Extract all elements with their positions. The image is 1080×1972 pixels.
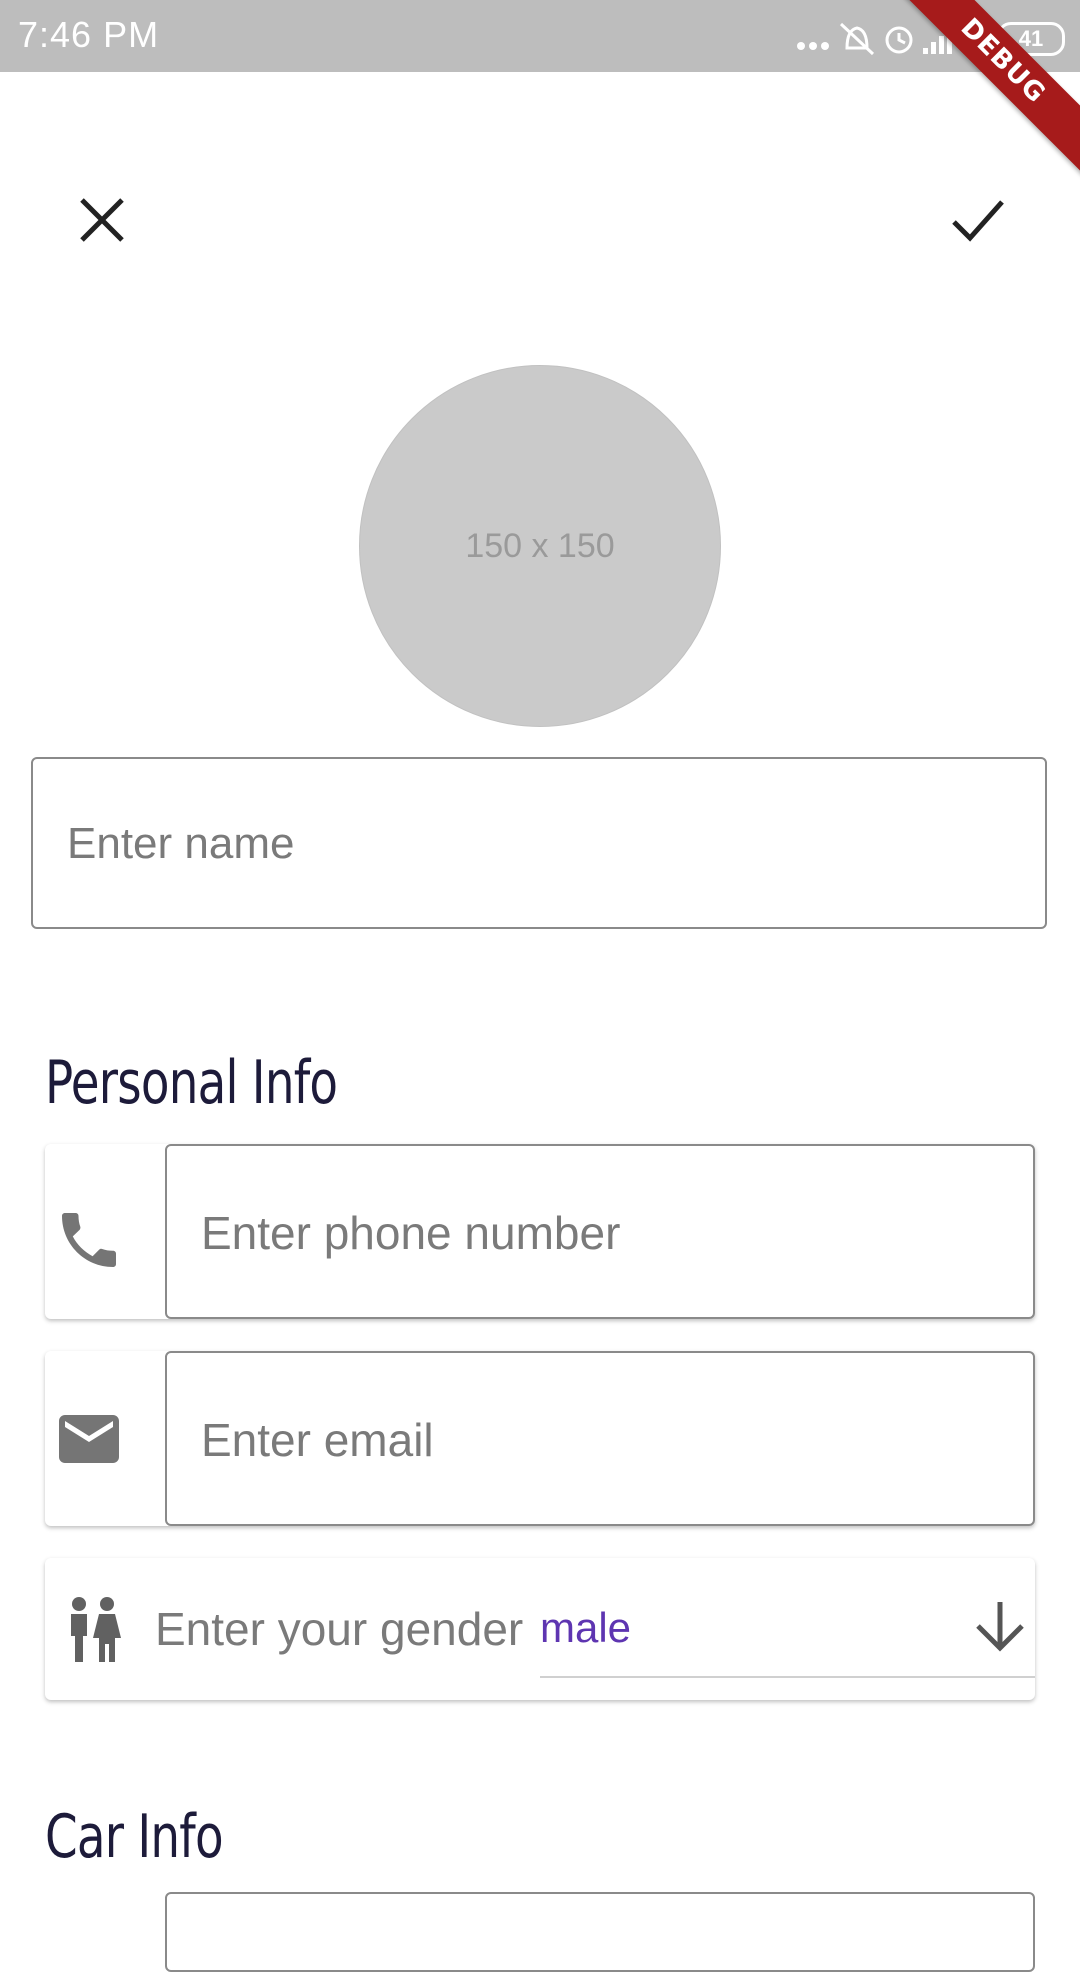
status-time: 7:46 PM <box>18 14 160 55</box>
car-info-title: Car Info <box>45 1802 224 1872</box>
email-placeholder: Enter email <box>201 1414 434 1466</box>
confirm-button[interactable] <box>948 190 1008 250</box>
more-dots-icon <box>797 42 805 50</box>
email-icon <box>59 1415 119 1463</box>
email-input[interactable]: Enter email <box>165 1351 1035 1526</box>
gender-dropdown-underline <box>540 1676 1035 1678</box>
close-button[interactable] <box>72 190 132 250</box>
close-icon <box>80 198 124 242</box>
status-bar: 7:46 PM 41 <box>0 0 1080 72</box>
gender-card[interactable]: Enter your gender male <box>45 1558 1035 1700</box>
gender-selected-value[interactable]: male <box>540 1604 631 1652</box>
alarm-icon <box>885 26 913 54</box>
car-input[interactable] <box>165 1892 1035 1972</box>
gender-icon <box>71 1597 121 1662</box>
phone-placeholder: Enter phone number <box>201 1207 621 1259</box>
name-field[interactable]: Enter name <box>31 757 1047 929</box>
avatar[interactable]: 150 x 150 <box>359 365 721 727</box>
phone-input[interactable]: Enter phone number <box>165 1144 1035 1319</box>
avatar-placeholder-text: 150 x 150 <box>465 526 615 565</box>
name-placeholder: Enter name <box>67 819 295 868</box>
phone-icon <box>62 1213 116 1267</box>
gender-label: Enter your gender <box>155 1603 524 1655</box>
arrow-down-icon[interactable] <box>970 1596 1030 1656</box>
mute-icon <box>839 22 875 56</box>
car-card <box>45 1892 1035 1972</box>
personal-info-title: Personal Info <box>45 1048 338 1118</box>
check-icon <box>952 200 1004 242</box>
email-card: Enter email <box>45 1351 1035 1526</box>
phone-card: Enter phone number <box>45 1144 1035 1319</box>
